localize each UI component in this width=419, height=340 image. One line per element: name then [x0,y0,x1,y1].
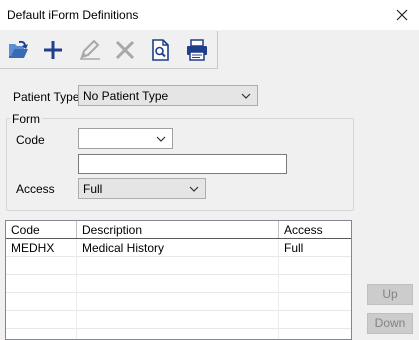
table-row-empty [6,311,351,329]
chevron-down-icon [189,186,199,192]
table-row-empty [6,257,351,275]
table-row[interactable]: MEDHX Medical History Full [6,239,351,257]
printer-icon [187,39,207,61]
code-label: Code [16,133,45,147]
column-header-code[interactable]: Code [6,221,77,238]
patient-type-value: No Patient Type [83,89,169,103]
cell-access: Full [284,241,304,255]
edit-pencil-icon [80,39,100,60]
access-select[interactable]: Full [78,178,206,199]
patient-type-select[interactable]: No Patient Type [78,85,258,106]
column-header-description[interactable]: Description [77,221,279,238]
chevron-down-icon [241,93,251,99]
table-row-empty [6,293,351,311]
table-row-empty [6,275,351,293]
down-button[interactable]: Down [367,313,413,334]
edit-button[interactable] [75,35,105,65]
grid-header: Code Description Access [6,221,351,239]
cell-description: Medical History [77,239,279,257]
add-button[interactable] [38,35,68,65]
open-button[interactable] [4,35,34,65]
delete-x-icon [115,40,135,60]
chevron-down-icon [156,136,166,142]
preview-document-icon [152,39,169,61]
toolbar [0,31,218,69]
title-bar: Default iForm Definitions [0,0,419,30]
print-button[interactable] [182,35,212,65]
window-title: Default iForm Definitions [7,8,139,22]
access-value: Full [83,182,103,196]
open-folder-icon [9,40,28,58]
close-icon [396,9,408,21]
close-button[interactable] [389,4,415,26]
cell-code: MEDHX [6,239,77,257]
table-row-empty [6,329,351,339]
patient-type-label: Patient Type [13,90,80,104]
preview-button[interactable] [145,35,175,65]
column-header-access[interactable]: Access [279,221,351,238]
up-button[interactable]: Up [367,284,413,305]
code-select[interactable] [78,128,173,149]
access-label: Access [16,182,55,196]
definitions-grid[interactable]: Code Description Access MEDHX Medical Hi… [5,220,352,340]
description-input[interactable] [78,154,287,174]
form-group-title: Form [10,112,42,126]
plus-icon [44,41,62,59]
delete-button[interactable] [110,35,140,65]
